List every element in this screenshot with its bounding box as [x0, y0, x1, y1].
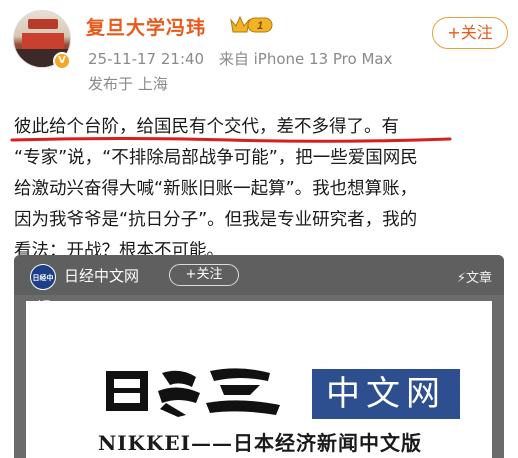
card-banner[interactable]: 中文网 NIKKEI——日本经济新闻中文版 [26, 301, 492, 458]
member-crown-icon[interactable]: 1 [228, 12, 274, 38]
card-follow-button[interactable]: +关注 [169, 264, 239, 286]
nikkei-en-brand: NIKKEI——日本经济新闻中文版 [98, 431, 423, 455]
follow-button[interactable]: +关注 [432, 17, 508, 49]
username[interactable]: 复旦大学冯玮 [86, 13, 206, 40]
nikkei-cn-brand: 中文网 [312, 369, 460, 419]
avatar-shop [22, 33, 64, 49]
card-account-name[interactable]: 日经中文网 [64, 265, 139, 286]
avatar-sign [28, 19, 58, 29]
post-datetime: 25-11-17 21:40 [88, 50, 205, 68]
badge-level: 1 [257, 20, 263, 32]
post-line-3: 给激动兴奋得大喊“新账旧账一起算”。我也想算账， [14, 179, 418, 199]
article-tag: ⚡文章 [456, 271, 492, 286]
red-underline [10, 137, 452, 143]
article-card[interactable]: 日经中文网 日经中文网 +关注 ⚡文章 中文网 NIKKEI——日本经济新闻中文… [14, 255, 504, 458]
card-header: 日经中文网 日经中文网 +关注 ⚡文章 [14, 255, 504, 308]
post-header: V 复旦大学冯玮 1 25-11-17 21:40 来自 iPhone 13 P… [0, 0, 518, 100]
post-line-1-rest: 有 [381, 117, 400, 137]
post-meta: 25-11-17 21:40 来自 iPhone 13 Pro Max [88, 48, 402, 69]
nikkei-calligraphy-logo [106, 368, 280, 417]
post-line-4: 因为我爷爷是“抗日分子”。但我是专业研究者，我的 [14, 210, 418, 230]
post-location: 发布于 上海 [88, 75, 168, 93]
post-line-2: “专家”说，“不排除局部战争可能”，把一些爱国网民 [14, 148, 418, 168]
underlined-text: 彼此给个台阶，给国民有个交代，差不多得了。 [14, 117, 382, 137]
nikkei-logo-icon[interactable]: 日经中文网 [30, 264, 56, 308]
post-source: 来自 iPhone 13 Pro Max [218, 50, 393, 68]
verified-icon: V [53, 52, 71, 70]
